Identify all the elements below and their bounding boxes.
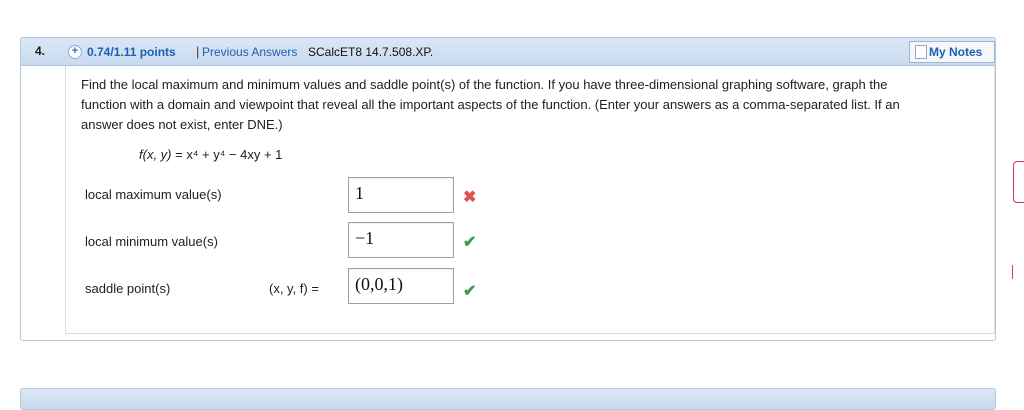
my-notes-button[interactable]: My Notes	[909, 41, 995, 63]
my-notes-label: My Notes	[929, 45, 983, 59]
question-number: 4.	[35, 44, 46, 58]
question-header: 4. + 0.74/1.11 points | Previous Answers…	[21, 38, 995, 66]
expand-plus-icon[interactable]: +	[68, 45, 82, 59]
local-min-value: −1	[355, 228, 375, 248]
question-card: 4. + 0.74/1.11 points | Previous Answers…	[20, 37, 996, 341]
saddle-points-value: (0,0,1)	[355, 274, 403, 294]
question-reference: SCalcET8 14.7.508.XP.	[308, 45, 434, 59]
function-rhs: = x⁴ + y⁴ − 4xy + 1	[171, 147, 283, 162]
margin-annotation	[1013, 161, 1024, 203]
function-lhs: f(x, y)	[139, 147, 172, 162]
margin-annotation	[1012, 265, 1024, 279]
saddle-points-label: saddle point(s)	[85, 281, 171, 296]
correct-check-icon: ✔	[463, 234, 477, 251]
correct-check-icon: ✔	[463, 283, 477, 300]
function-definition: f(x, y) = x⁴ + y⁴ − 4xy + 1	[139, 147, 282, 162]
incorrect-x-icon: ✖	[463, 189, 477, 206]
next-question-header	[20, 388, 996, 410]
saddle-points-input[interactable]: (0,0,1)	[348, 268, 454, 304]
local-max-label: local maximum value(s)	[85, 187, 222, 202]
previous-answers-link[interactable]: Previous Answers	[202, 45, 297, 59]
local-max-input[interactable]: 1	[348, 177, 454, 213]
local-max-value: 1	[355, 183, 364, 203]
points-score: 0.74/1.11 points	[87, 45, 176, 59]
local-min-input[interactable]: −1	[348, 222, 454, 258]
question-prompt: Find the local maximum and minimum value…	[81, 77, 900, 132]
local-min-label: local minimum value(s)	[85, 234, 218, 249]
note-icon	[915, 45, 927, 59]
header-separator: |	[196, 44, 200, 59]
saddle-prefix: (x, y, f) =	[269, 281, 319, 296]
